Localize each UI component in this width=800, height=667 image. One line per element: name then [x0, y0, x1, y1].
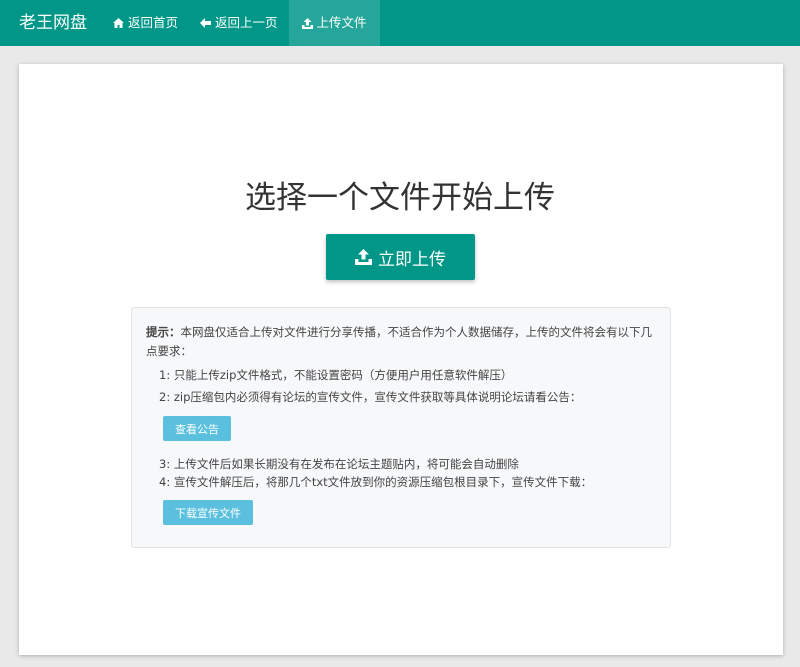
rule-item: 4: 宣传文件解压后，将那几个txt文件放到你的资源压缩包根目录下，宣传文件下载… [159, 475, 593, 489]
nav-home-label: 返回首页 [128, 15, 179, 30]
home-icon [113, 18, 124, 28]
brand-logo[interactable]: 老王网盘 [0, 0, 102, 46]
nav-back[interactable]: 返回上一页 [189, 0, 289, 46]
top-navbar: 老王网盘 返回首页 返回上一页 上传文件 [0, 0, 800, 46]
upload-icon [355, 249, 372, 265]
notice-panel: 提示：本网盘仅适合上传对文件进行分享传播，不适合作为个人数据储存，上传的文件将会… [131, 307, 671, 548]
nav-upload[interactable]: 上传文件 [288, 0, 380, 46]
arrow-left-icon [200, 18, 212, 28]
nav-back-label: 返回上一页 [215, 15, 278, 30]
rule-item: 2: zip压缩包内必须得有论坛的宣传文件，宣传文件获取等具体说明论坛请看公告： [159, 390, 582, 404]
notice-intro: 提示：本网盘仅适合上传对文件进行分享传播，不适合作为个人数据储存，上传的文件将会… [146, 323, 658, 361]
notice-prefix: 提示： [146, 325, 181, 339]
nav-upload-label: 上传文件 [316, 15, 367, 30]
nav-home[interactable]: 返回首页 [102, 0, 189, 46]
upload-now-button[interactable]: 立即上传 [326, 234, 475, 280]
view-notice-button[interactable]: 查看公告 [163, 416, 231, 441]
notice-intro-text: 本网盘仅适合上传对文件进行分享传播，不适合作为个人数据储存，上传的文件将会有以下… [146, 325, 652, 358]
upload-now-label: 立即上传 [378, 249, 446, 270]
rule-item: 1: 只能上传zip文件格式，不能设置密码（方便用户用任意软件解压） [159, 368, 513, 382]
download-promo-button[interactable]: 下载宣传文件 [163, 500, 253, 525]
rule-item: 3: 上传文件后如果长期没有在发布在论坛主题贴内，将可能会自动删除 [159, 457, 519, 471]
page-title: 选择一个文件开始上传 [245, 180, 555, 216]
upload-icon [301, 17, 313, 29]
